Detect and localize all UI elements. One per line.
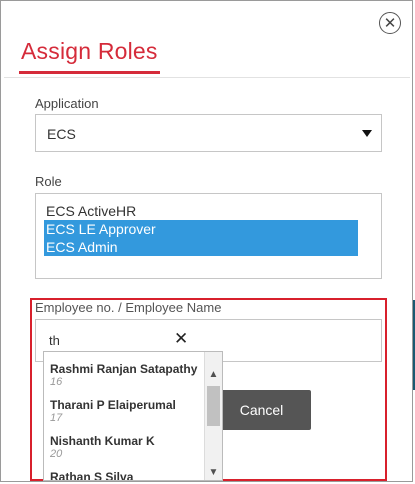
role-option-activehr[interactable]: ECS ActiveHR [44,202,358,220]
suggestion-number: 20 [50,448,63,460]
assign-roles-dialog: ✕ Assign Roles Application ECS Role ECS … [0,0,413,482]
employee-suggestions-dropdown: Rashmi Ranjan Satapathy 16 Tharani P Ela… [43,351,223,481]
role-label: Role [35,174,62,189]
suggestion-item[interactable]: Tharani P Elaiperumal 17 [50,398,206,424]
chevron-down-icon[interactable]: ▼ [205,464,222,480]
application-selected-value: ECS [47,126,76,142]
close-button[interactable]: ✕ [379,12,401,34]
suggestion-item[interactable]: Nishanth Kumar K 20 [50,434,206,460]
suggestion-item[interactable]: Rashmi Ranjan Satapathy 16 [50,362,206,388]
suggestion-name: Rathan S Silva [50,470,134,481]
dialog-title: Assign Roles [21,38,158,64]
close-icon: ✕ [383,14,397,32]
employee-label: Employee no. / Employee Name [35,300,222,315]
suggestion-number: 17 [50,412,63,424]
cancel-button[interactable]: Cancel [212,390,311,430]
suggestion-name: Nishanth Kumar K [50,434,155,448]
employee-search-value: th [49,333,60,348]
chevron-down-icon [362,130,372,137]
clear-icon[interactable]: ✕ [174,329,188,349]
role-option-le-approver[interactable]: ECS LE Approver [44,220,358,238]
application-select[interactable]: ECS [35,114,382,152]
role-option-admin[interactable]: ECS Admin [44,238,358,256]
scrollbar-thumb[interactable] [207,386,220,426]
suggestion-item[interactable]: Rathan S Silva [50,470,206,481]
header-divider [4,77,410,78]
application-label: Application [35,96,99,111]
dropdown-scrollbar[interactable]: ▲ ▼ [204,352,222,480]
role-listbox[interactable]: ECS ActiveHR ECS LE Approver ECS Admin [35,193,382,279]
suggestion-number: 16 [50,376,63,388]
suggestion-name: Rashmi Ranjan Satapathy [50,362,198,376]
suggestion-name: Tharani P Elaiperumal [50,398,176,412]
title-underline [19,71,160,74]
chevron-up-icon[interactable]: ▲ [205,366,222,382]
